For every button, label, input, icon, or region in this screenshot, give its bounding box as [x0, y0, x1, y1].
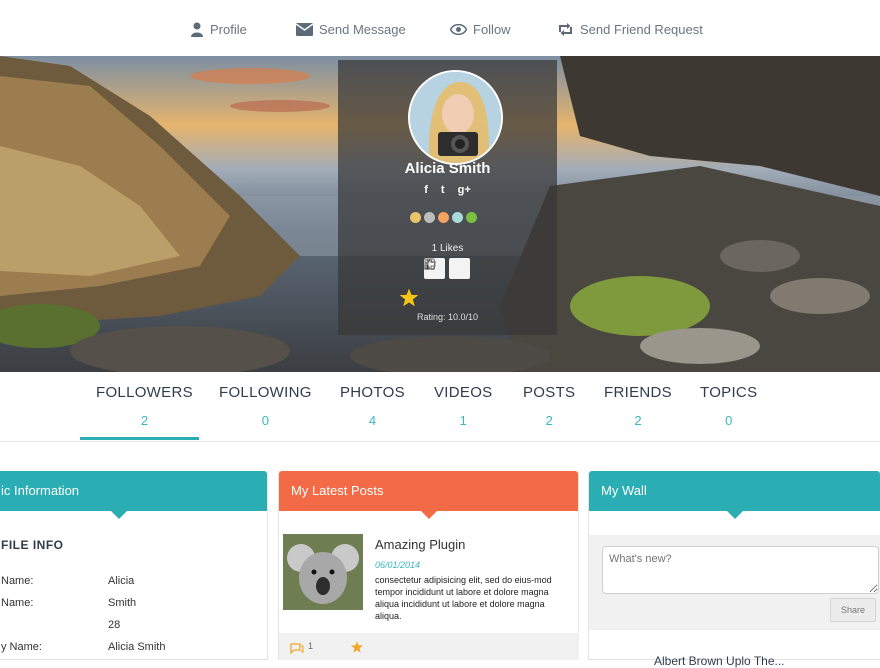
user-icon	[191, 22, 203, 37]
stat-value: 2	[545, 413, 553, 428]
profile-card: Alicia Smith f t g+ 1 Likes Rating: 10.0…	[338, 60, 557, 335]
tab-posts[interactable]: POSTS 2	[523, 384, 575, 428]
wall-post-input[interactable]	[602, 546, 879, 594]
post-date: 06/01/2014	[375, 560, 421, 570]
basic-info-panel: ic Information FILE INFO Name: Alicia Na…	[0, 471, 268, 660]
favorite-star-icon[interactable]	[351, 640, 363, 658]
social-links: f t g+	[338, 184, 557, 196]
post-thumbnail[interactable]	[283, 534, 363, 610]
profile-name: Alicia Smith	[404, 160, 491, 177]
stat-label: TOPICS	[700, 384, 758, 401]
post-excerpt: consectetur adipisicing elit, sed do eiu…	[375, 575, 552, 621]
comment-count: 1	[308, 641, 314, 651]
star-icon	[400, 289, 418, 306]
google-plus-icon[interactable]: g+	[458, 184, 471, 196]
stat-label: FRIENDS	[604, 384, 672, 401]
wall-activity-item[interactable]: Albert Brown Uplo The...	[654, 654, 785, 668]
likes-count: 1 Likes	[431, 243, 464, 254]
badges	[410, 212, 477, 223]
post-title[interactable]: Amazing Plugin	[375, 537, 465, 552]
stat-value: 2	[140, 413, 149, 428]
koala-image	[283, 534, 363, 610]
info-label: Name:	[1, 575, 34, 587]
avatar[interactable]	[408, 70, 503, 165]
latest-posts-panel: My Latest Posts Amazing Plugin 06/01/201…	[278, 471, 579, 660]
comment-icon[interactable]	[290, 641, 304, 659]
active-tab-indicator	[80, 437, 199, 440]
info-value: Alicia Smith	[108, 641, 166, 653]
info-label: y Name:	[1, 641, 42, 653]
info-value: Smith	[108, 597, 137, 609]
info-value: Alicia	[108, 575, 135, 587]
envelope-icon	[296, 22, 313, 36]
twitter-icon[interactable]: t	[441, 184, 445, 196]
retweet-icon	[559, 22, 572, 36]
tab-photos[interactable]: PHOTOS 4	[340, 384, 405, 428]
tab-friends[interactable]: FRIENDS 2	[604, 384, 672, 428]
rating-text: Rating: 10.0/10	[416, 312, 479, 322]
send-message-label: Send Message	[319, 21, 406, 37]
stat-value: 0	[725, 413, 733, 428]
badge-trophy-icon	[424, 212, 435, 223]
stat-label: FOLLOWING	[219, 384, 312, 401]
badge-green-icon	[466, 212, 477, 223]
stat-value: 0	[261, 413, 269, 428]
stat-label: FOLLOWERS	[96, 384, 193, 401]
tab-following[interactable]: FOLLOWING 0	[219, 384, 312, 428]
tab-topics[interactable]: TOPICS 0	[700, 384, 757, 428]
latest-posts-header: My Latest Posts	[279, 471, 578, 519]
stat-label: PHOTOS	[340, 384, 405, 401]
my-wall-header: My Wall	[589, 471, 880, 519]
share-button[interactable]: Share	[830, 598, 876, 622]
profile-action-bar: Profile Send Message Follow Send Friend …	[0, 0, 880, 56]
stat-value: 1	[459, 413, 467, 428]
follow-label: Follow	[473, 21, 511, 37]
facebook-icon[interactable]: f	[424, 184, 428, 196]
eye-icon	[450, 23, 467, 35]
like-buttons	[424, 258, 470, 279]
badge-orange-icon	[438, 212, 449, 223]
profile-info-title: FILE INFO	[1, 538, 64, 552]
basic-info-header: ic Information	[0, 471, 267, 519]
profile-action[interactable]: Profile	[190, 19, 247, 39]
badge-blue-icon	[452, 212, 463, 223]
info-label: Name:	[1, 597, 34, 609]
send-friend-request-label: Send Friend Request	[580, 21, 703, 37]
info-value: 28	[108, 619, 121, 631]
post-footer: 1	[279, 633, 579, 660]
stat-value: 2	[634, 413, 642, 428]
tab-followers[interactable]: FOLLOWERS 2	[96, 384, 193, 428]
send-message-action[interactable]: Send Message	[296, 19, 406, 39]
thumbs-down-icon	[424, 258, 436, 270]
avatar-photo	[410, 72, 501, 163]
stats-tabs: FOLLOWERS 2 FOLLOWING 0 PHOTOS 4 VIDEOS …	[0, 372, 880, 442]
badge-medal-icon	[410, 212, 421, 223]
cover-photo: Alicia Smith f t g+ 1 Likes Rating: 10.0…	[0, 56, 880, 372]
send-friend-request-action[interactable]: Send Friend Request	[557, 19, 703, 39]
tab-videos[interactable]: VIDEOS 1	[434, 384, 492, 428]
follow-action[interactable]: Follow	[450, 19, 511, 39]
dislike-button[interactable]	[424, 258, 470, 279]
my-wall-panel: My Wall Share Albert Brown Uplo The...	[588, 471, 880, 668]
stat-label: POSTS	[523, 384, 576, 401]
profile-action-label: Profile	[210, 21, 247, 37]
stat-label: VIDEOS	[434, 384, 493, 401]
stat-value: 4	[368, 413, 377, 428]
